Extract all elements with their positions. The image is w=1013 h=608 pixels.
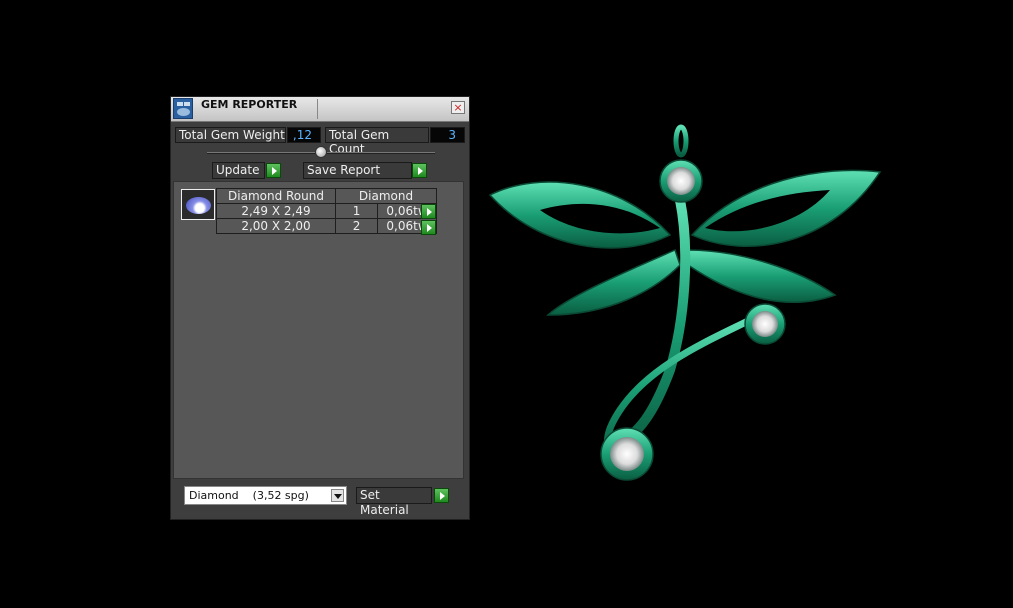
gem-reporter-window: GEM REPORTER × Total Gem Weight ,12 Tota… [170, 96, 470, 520]
set-material-go-icon[interactable] [434, 488, 449, 503]
gem-reporter-app-icon [173, 98, 193, 119]
total-gem-weight-label: Total Gem Weight [175, 127, 286, 143]
chevron-down-icon[interactable] [331, 489, 344, 502]
report-slider-knob[interactable] [315, 146, 327, 158]
gem-count-cell: 2 [334, 218, 379, 234]
gem-size-cell: 2,00 X 2,00 [216, 218, 336, 234]
gem-table-header: Diamond Round Diamond [216, 188, 437, 204]
material-select-value: Diamond (3,52 spg) [189, 489, 309, 502]
update-go-icon[interactable] [266, 163, 281, 178]
gem-material-header: Diamond [335, 188, 437, 204]
total-gem-count-value: 3 [430, 127, 465, 143]
3d-viewport[interactable] [480, 110, 900, 503]
titlebar-divider [317, 99, 318, 119]
save-report-go-icon[interactable] [412, 163, 427, 178]
update-button[interactable]: Update [212, 162, 265, 179]
window-title: GEM REPORTER [201, 98, 298, 111]
table-row[interactable]: 2,00 X 2,00 2 0,06tw [216, 218, 437, 234]
material-select[interactable]: Diamond (3,52 spg) [184, 486, 347, 505]
gem-count-cell: 1 [334, 203, 379, 219]
row-1-go-icon[interactable] [421, 204, 436, 219]
set-material-button[interactable]: Set Material [356, 487, 432, 517]
gem-table: Diamond Round Diamond 2,49 X 2,49 1 0,06… [216, 188, 437, 234]
table-row[interactable]: 2,49 X 2,49 1 0,06tw [216, 203, 437, 219]
close-button[interactable]: × [451, 101, 465, 114]
total-gem-weight-value: ,12 [287, 127, 321, 143]
diamond-round-icon[interactable] [181, 189, 215, 220]
gem-size-cell: 2,49 X 2,49 [216, 203, 336, 219]
row-2-go-icon[interactable] [421, 220, 436, 235]
dragonfly-pendant-model [488, 124, 882, 481]
window-titlebar[interactable]: GEM REPORTER × [171, 97, 469, 122]
save-report-button[interactable]: Save Report [303, 162, 412, 179]
gem-shape-header: Diamond Round [216, 188, 336, 204]
total-gem-count-label: Total Gem Count [325, 127, 429, 156]
gem-list-panel: Diamond Round Diamond 2,49 X 2,49 1 0,06… [173, 181, 464, 479]
